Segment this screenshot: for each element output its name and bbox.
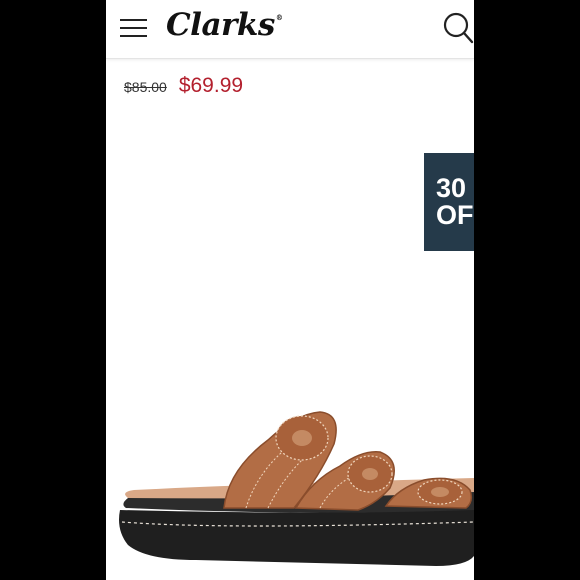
clarks-logo[interactable]: Clarks® [166,7,283,43]
promo-badge-line1: 30 [436,173,467,203]
original-price: $85.00 [124,79,167,95]
search-icon[interactable] [442,11,474,45]
brand-name: Clarks [166,7,275,43]
promo-badge[interactable]: 30 OF [424,153,474,251]
promo-badge-line2: OF [436,200,474,230]
site-header: Clarks® [106,0,474,59]
product-image-sandal[interactable] [106,380,474,580]
price-block: $85.00 $69.99 [124,74,243,98]
registered-mark: ® [275,13,283,22]
hamburger-menu-icon[interactable] [120,16,148,40]
sale-price: $69.99 [178,74,244,97]
phone-screen: Clarks® $85.00 $69.99 30 OF [106,0,474,580]
